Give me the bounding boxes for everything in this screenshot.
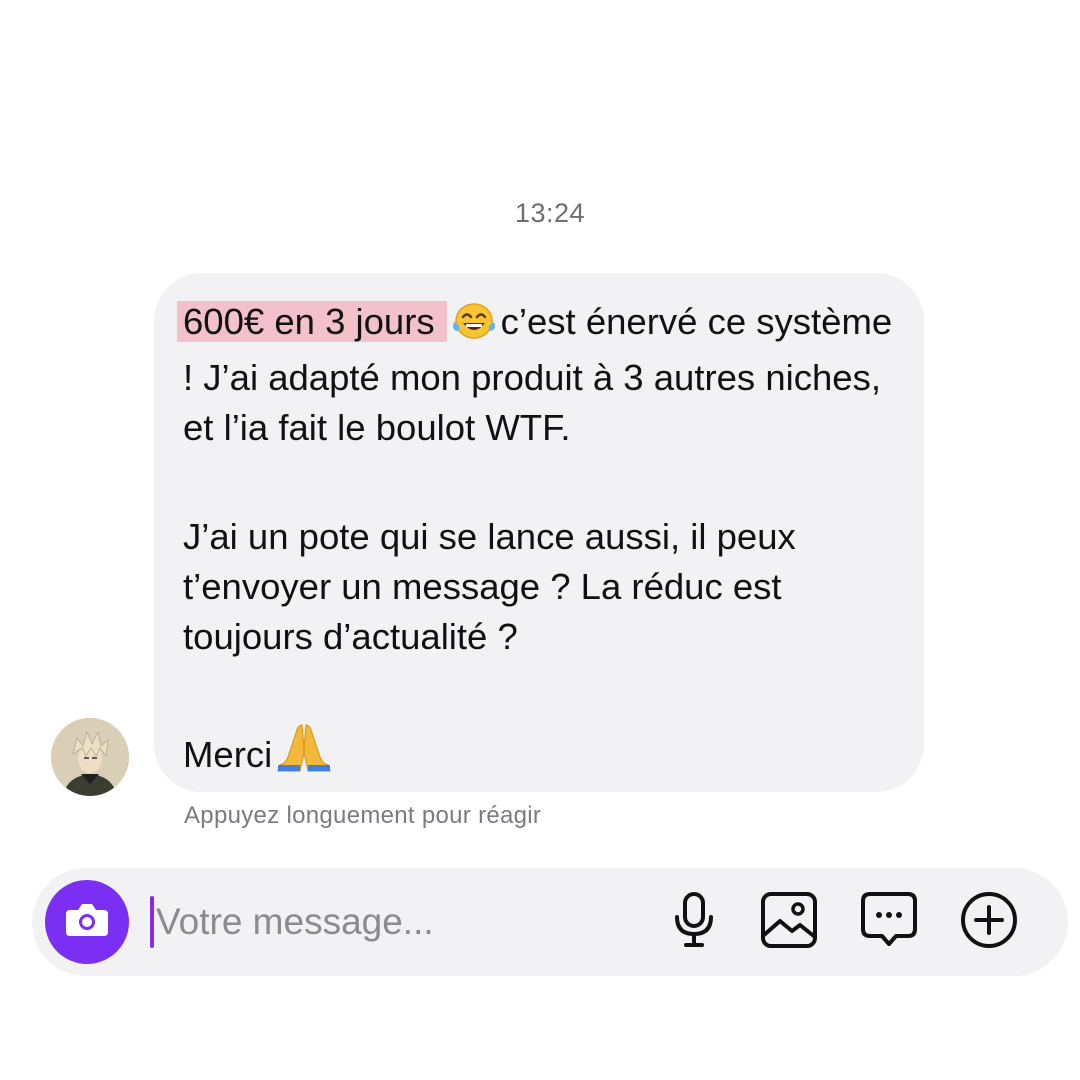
message-paragraph-3: Merci <box>183 721 894 786</box>
microphone-button[interactable] <box>664 891 724 954</box>
chat-bubble-icon <box>860 891 918 954</box>
tears-of-joy-emoji <box>451 300 497 353</box>
message-text-3: Merci <box>183 734 273 775</box>
gallery-button[interactable] <box>759 891 819 954</box>
camera-button[interactable] <box>45 880 129 964</box>
sticker-button[interactable] <box>859 891 919 954</box>
message-paragraph-2: J’ai un pote qui se lance aussi, il peux… <box>183 516 796 657</box>
reaction-hint: Appuyez longuement pour réagir <box>184 802 542 829</box>
message-timestamp: 13:24 <box>514 198 586 228</box>
message-bubble[interactable]: 600€ en 3 jours c’est énervé ce système !… <box>154 273 924 792</box>
plus-circle-icon <box>959 890 1019 955</box>
chat-screen: 13:24 600€ en 3 jours c’est énervé ce sys… <box>0 0 1080 1080</box>
add-button[interactable] <box>959 890 1019 955</box>
message-input[interactable] <box>156 890 636 954</box>
folded-hands-emoji <box>276 721 332 786</box>
avatar[interactable] <box>51 718 129 796</box>
highlighted-text: 600€ en 3 jours <box>177 301 447 342</box>
message-composer <box>32 868 1068 976</box>
message-paragraph-1: 600€ en 3 jours c’est énervé ce système !… <box>177 297 894 453</box>
camera-icon <box>64 900 110 945</box>
image-icon <box>760 891 818 954</box>
microphone-icon <box>669 891 719 954</box>
text-caret <box>150 896 154 948</box>
